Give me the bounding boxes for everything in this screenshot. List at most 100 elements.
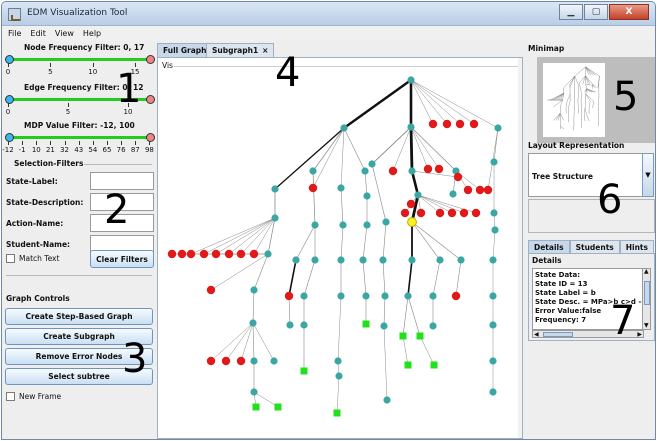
goal-node[interactable] <box>252 403 260 411</box>
details-vertical-scrollbar[interactable]: ▲ ▼ <box>642 268 651 330</box>
goal-node[interactable] <box>362 320 370 328</box>
error-node[interactable] <box>224 249 234 259</box>
tab-details[interactable]: Details <box>528 240 570 253</box>
graph-edge[interactable] <box>253 253 269 291</box>
scroll-left-icon[interactable]: ◀ <box>534 332 539 338</box>
state-node[interactable] <box>300 292 308 300</box>
graph-edge[interactable] <box>303 259 316 297</box>
state-node[interactable] <box>362 292 370 300</box>
graph-visualization[interactable] <box>158 70 520 438</box>
graph-edge[interactable] <box>215 217 276 255</box>
graph-edge[interactable] <box>383 295 386 327</box>
scroll-thumb[interactable] <box>543 332 573 337</box>
state-node[interactable] <box>429 292 437 300</box>
graph-edge[interactable] <box>402 295 409 337</box>
state-node[interactable] <box>264 250 272 258</box>
new-frame-checkbox[interactable] <box>6 392 15 401</box>
tab-hints[interactable]: Hints <box>619 240 654 253</box>
error-node[interactable] <box>221 356 231 366</box>
error-node[interactable] <box>447 208 457 218</box>
state-node[interactable] <box>489 388 497 396</box>
error-node[interactable] <box>475 185 485 195</box>
match-text-checkbox[interactable] <box>6 254 15 263</box>
graph-edge[interactable] <box>409 126 414 172</box>
graph-edge[interactable] <box>411 221 462 261</box>
graph-edge[interactable] <box>336 375 340 414</box>
state-node[interactable] <box>489 292 497 300</box>
graph-edge[interactable] <box>312 170 316 226</box>
graph-edge[interactable] <box>228 217 276 255</box>
error-node[interactable] <box>308 183 318 193</box>
state-node[interactable] <box>408 256 416 264</box>
error-node[interactable] <box>206 356 216 366</box>
state-node[interactable] <box>339 221 347 229</box>
state-node[interactable] <box>334 357 342 365</box>
close-button[interactable]: X <box>609 4 649 20</box>
graph-edge[interactable] <box>410 79 461 125</box>
graph-edge[interactable] <box>288 259 297 297</box>
graph-edge[interactable] <box>419 335 435 366</box>
graph-edge[interactable] <box>340 127 345 189</box>
state-node[interactable] <box>429 322 437 330</box>
state-node[interactable] <box>250 388 258 396</box>
graph-edge[interactable] <box>210 253 269 291</box>
graph-edge[interactable] <box>411 221 441 261</box>
canvas-scrollbar[interactable] <box>518 58 522 438</box>
error-node[interactable] <box>463 185 473 195</box>
error-node[interactable] <box>186 249 196 259</box>
graph-edge[interactable] <box>407 295 421 337</box>
goal-node[interactable] <box>416 332 424 340</box>
error-node[interactable] <box>284 291 294 301</box>
layout-select[interactable]: Tree Structure ▼ <box>528 153 654 197</box>
graph-edge[interactable] <box>410 79 448 125</box>
error-node[interactable] <box>416 208 426 218</box>
state-node[interactable] <box>361 167 369 175</box>
state-node[interactable] <box>271 185 279 193</box>
error-node[interactable] <box>236 249 246 259</box>
goal-node[interactable] <box>430 361 438 369</box>
graph-edge[interactable] <box>295 224 316 261</box>
graph-edge[interactable] <box>240 217 276 255</box>
error-node[interactable] <box>206 285 216 295</box>
mdp-value-slider[interactable] <box>5 133 155 142</box>
graph-edge[interactable] <box>371 163 387 223</box>
graph-edge[interactable] <box>455 259 462 297</box>
goal-node[interactable] <box>300 367 308 375</box>
error-node[interactable] <box>453 172 463 182</box>
state-node[interactable] <box>363 192 371 200</box>
graph-edge[interactable] <box>312 127 345 172</box>
graph-edge[interactable] <box>402 335 409 366</box>
state-node[interactable] <box>368 160 376 168</box>
graph-edge[interactable] <box>407 259 413 297</box>
graph-edge[interactable] <box>410 79 434 125</box>
menu-edit[interactable]: Edit <box>30 29 46 38</box>
state-node[interactable] <box>489 321 497 329</box>
error-node[interactable] <box>483 185 493 195</box>
error-node[interactable] <box>211 249 221 259</box>
state-node[interactable] <box>457 256 465 264</box>
graph-edge[interactable] <box>252 289 255 324</box>
state-node[interactable] <box>340 124 348 132</box>
state-node[interactable] <box>407 76 415 84</box>
scroll-down-icon[interactable]: ▼ <box>644 323 649 329</box>
state-node[interactable] <box>250 286 258 294</box>
error-node[interactable] <box>236 356 246 366</box>
error-node[interactable] <box>455 119 465 129</box>
graph-edge[interactable] <box>364 170 368 197</box>
error-node[interactable] <box>249 249 259 259</box>
state-node[interactable] <box>407 123 415 131</box>
error-node[interactable] <box>400 208 410 218</box>
state-node[interactable] <box>490 209 498 217</box>
error-node[interactable] <box>167 249 177 259</box>
graph-edge[interactable] <box>410 79 475 125</box>
chevron-down-icon[interactable]: ▼ <box>642 153 654 197</box>
graph-edge[interactable] <box>274 127 345 190</box>
scroll-thumb[interactable] <box>644 281 650 305</box>
state-node[interactable] <box>249 319 257 327</box>
state-node[interactable] <box>489 256 497 264</box>
graph-edge[interactable] <box>337 295 342 362</box>
graph-edge[interactable] <box>410 79 499 129</box>
clear-filters-button[interactable]: Clear Filters <box>90 250 154 268</box>
state-node[interactable] <box>337 292 345 300</box>
state-node[interactable] <box>271 214 279 222</box>
